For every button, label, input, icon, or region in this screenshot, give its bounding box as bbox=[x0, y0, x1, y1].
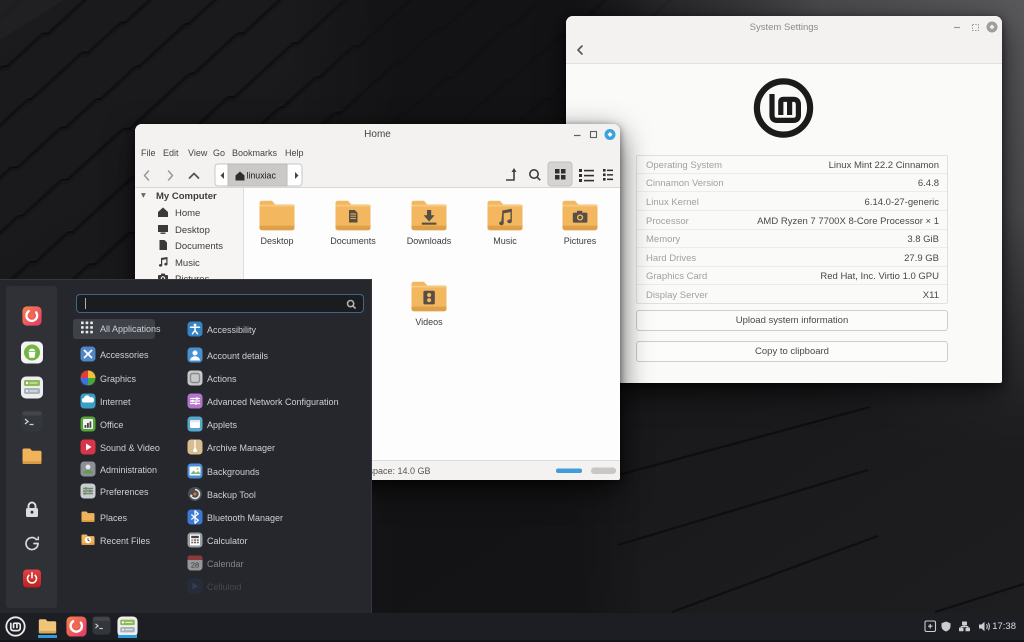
svg-text:linuxiac: linuxiac bbox=[247, 171, 277, 181]
svg-text:28: 28 bbox=[191, 561, 199, 570]
